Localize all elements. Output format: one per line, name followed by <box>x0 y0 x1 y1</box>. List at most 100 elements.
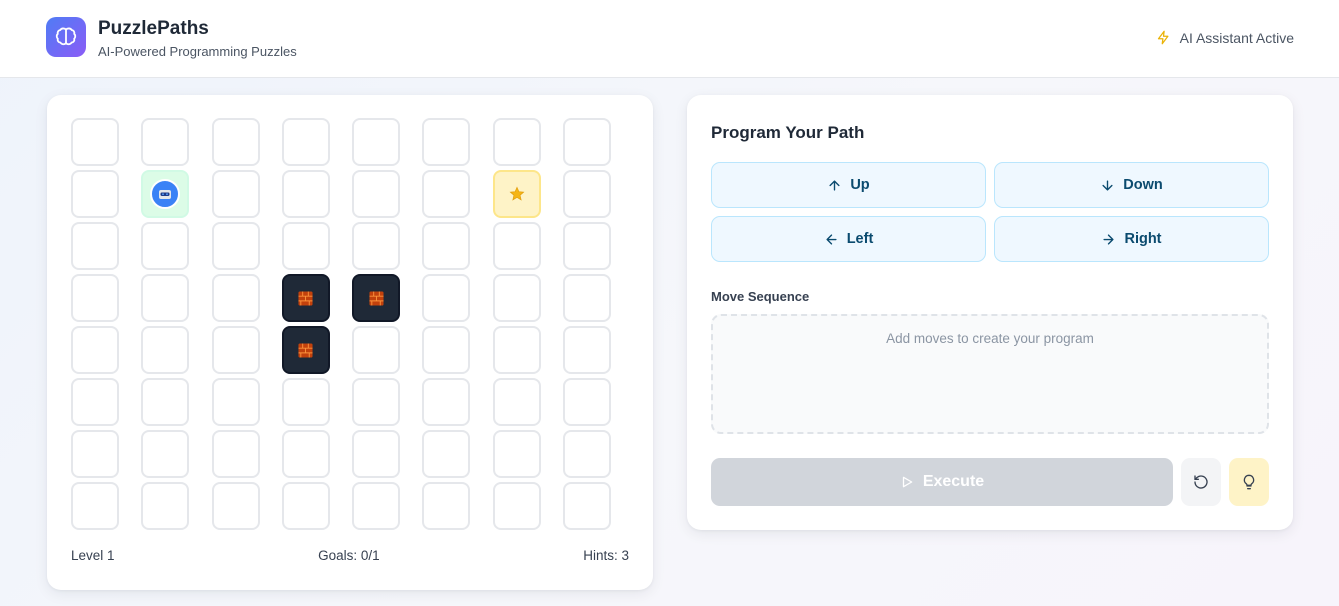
move-right-label: Right <box>1124 231 1162 247</box>
grid-cell[interactable] <box>141 274 190 322</box>
grid-cell[interactable] <box>211 326 260 374</box>
grid-cell-wall[interactable] <box>281 274 330 322</box>
move-left-label: Left <box>846 231 874 247</box>
brick-icon <box>369 290 384 306</box>
grid-cell[interactable] <box>281 482 330 530</box>
grid-cell[interactable] <box>563 170 612 218</box>
grid-cell[interactable] <box>352 378 401 426</box>
program-panel: Program Your Path Up Down Left Right Mov… <box>687 95 1293 530</box>
grid-cell[interactable] <box>352 430 401 478</box>
lightbulb-icon <box>1243 474 1255 490</box>
grid-cell[interactable] <box>211 118 260 166</box>
grid-cell[interactable] <box>71 482 119 530</box>
move-right-button[interactable]: Right <box>994 216 1269 262</box>
arrow-right-icon <box>1103 233 1115 245</box>
grid-cell[interactable] <box>71 274 119 322</box>
grid-cell[interactable] <box>492 378 541 426</box>
grid-cell[interactable] <box>281 222 330 270</box>
grid-cell[interactable] <box>422 326 471 374</box>
grid-cell[interactable] <box>352 326 401 374</box>
grid-cell[interactable] <box>352 222 401 270</box>
grid-cell[interactable] <box>71 378 119 426</box>
grid-cell[interactable] <box>352 170 401 218</box>
move-sequence-placeholder: Add moves to create your program <box>886 331 1094 346</box>
puzzle-board-card: Level 1 Goals: 0/1 Hints: 3 <box>47 95 653 590</box>
grid-cell[interactable] <box>563 378 612 426</box>
grid-cell[interactable] <box>422 378 471 426</box>
app-title: PuzzlePaths <box>98 18 209 39</box>
grid-cell[interactable] <box>211 274 260 322</box>
grid-cell[interactable] <box>71 118 119 166</box>
grid-cell[interactable] <box>422 482 471 530</box>
grid-cell[interactable] <box>563 430 612 478</box>
grid-cell-wall[interactable] <box>352 274 401 322</box>
grid-cell-player[interactable] <box>141 170 190 218</box>
move-up-label: Up <box>850 177 870 193</box>
ai-status-indicator: AI Assistant Active <box>1156 29 1294 46</box>
grid-cell[interactable] <box>141 378 190 426</box>
play-icon <box>902 476 913 488</box>
grid-cell[interactable] <box>492 482 541 530</box>
grid-cell[interactable] <box>352 118 401 166</box>
grid-cell[interactable] <box>211 170 260 218</box>
reset-icon <box>1194 475 1208 489</box>
grid-cell[interactable] <box>563 222 612 270</box>
execute-label: Execute <box>922 473 985 490</box>
move-sequence-dropzone[interactable]: Add moves to create your program <box>711 314 1269 434</box>
move-down-button[interactable]: Down <box>994 162 1269 208</box>
grid-cell[interactable] <box>492 274 541 322</box>
grid-cell[interactable] <box>211 482 260 530</box>
grid-cell[interactable] <box>422 170 471 218</box>
ai-status-label: AI Assistant Active <box>1179 29 1294 46</box>
star-icon <box>509 186 525 201</box>
grid-cell-goal[interactable] <box>492 170 541 218</box>
grid-cell[interactable] <box>563 118 612 166</box>
grid-cell[interactable] <box>141 326 190 374</box>
grid-cell[interactable] <box>492 222 541 270</box>
brick-icon <box>298 290 313 306</box>
grid-cell[interactable] <box>71 170 119 218</box>
grid-cell[interactable] <box>141 118 190 166</box>
grid-cell[interactable] <box>281 170 330 218</box>
lightning-icon <box>1157 30 1169 45</box>
grid-cell[interactable] <box>563 482 612 530</box>
grid-cell[interactable] <box>563 274 612 322</box>
grid-cell[interactable] <box>492 430 541 478</box>
grid-cell[interactable] <box>422 222 471 270</box>
grid-cell[interactable] <box>422 430 471 478</box>
grid-cell[interactable] <box>281 430 330 478</box>
grid-cell[interactable] <box>211 430 260 478</box>
arrow-left-icon <box>826 233 837 245</box>
brick-icon <box>298 342 313 358</box>
grid-cell[interactable] <box>71 326 119 374</box>
app-logo <box>46 17 86 57</box>
grid-cell[interactable] <box>141 222 190 270</box>
move-left-button[interactable]: Left <box>711 216 986 262</box>
grid-cell[interactable] <box>141 482 190 530</box>
robot-icon <box>150 179 181 209</box>
grid-cell[interactable] <box>281 378 330 426</box>
reset-button[interactable] <box>1181 458 1221 506</box>
grid-cell[interactable] <box>71 222 119 270</box>
grid-cell[interactable] <box>492 118 541 166</box>
grid-cell[interactable] <box>352 482 401 530</box>
hint-button[interactable] <box>1229 458 1269 506</box>
execute-button[interactable]: Execute <box>711 458 1173 506</box>
goals-counter: Goals: 0/1 <box>318 548 380 563</box>
grid-cell[interactable] <box>141 430 190 478</box>
hints-counter: Hints: 3 <box>583 548 629 563</box>
move-up-button[interactable]: Up <box>711 162 986 208</box>
grid-cell[interactable] <box>422 118 471 166</box>
grid-cell[interactable] <box>422 274 471 322</box>
grid-cell[interactable] <box>563 326 612 374</box>
app-subtitle: AI-Powered Programming Puzzles <box>98 44 297 59</box>
grid-cell[interactable] <box>492 326 541 374</box>
grid-cell[interactable] <box>211 378 260 426</box>
board-footer: Level 1 Goals: 0/1 Hints: 3 <box>71 548 629 563</box>
grid-cell[interactable] <box>211 222 260 270</box>
grid-cell-wall[interactable] <box>281 326 330 374</box>
grid-cell[interactable] <box>281 118 330 166</box>
move-sequence-label: Move Sequence <box>711 289 810 304</box>
arrow-up-icon <box>829 179 840 191</box>
grid-cell[interactable] <box>71 430 119 478</box>
